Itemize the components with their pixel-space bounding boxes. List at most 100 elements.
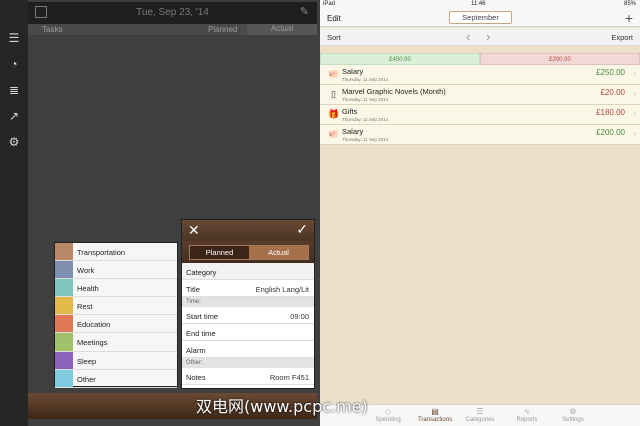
title-label: Title — [186, 285, 200, 294]
title-field[interactable]: Title English Lang/Lit — [182, 280, 314, 297]
category-option-label: Rest — [77, 302, 93, 312]
battery-level: 85% — [623, 1, 636, 7]
category-color-swatch — [55, 279, 73, 297]
transaction-amount: £180.00 — [596, 108, 625, 117]
side-rail: ☰ ◔ ≣ ↗ ⚙ — [0, 0, 28, 426]
alarm-field[interactable]: Alarm — [182, 341, 314, 358]
segment-actual[interactable]: Actual — [249, 246, 308, 259]
start-time-label: Start time — [186, 312, 219, 321]
category-option[interactable]: Rest — [55, 297, 177, 316]
notes-label: Notes — [186, 373, 206, 382]
category-color-swatch — [55, 351, 73, 369]
segment-planned[interactable]: Planned — [190, 246, 249, 259]
transaction-row[interactable]: ▯ Marvel Graphic Novels (Month) Thursday, … — [320, 85, 640, 105]
chevron-left-icon[interactable]: ‹ — [466, 29, 470, 44]
category-option-label: Education — [77, 320, 111, 330]
start-time-field[interactable]: Start time 09:00 — [182, 307, 314, 324]
start-time-value: 09:00 — [290, 312, 309, 321]
chevron-right-icon: › — [633, 89, 636, 98]
trend-icon[interactable]: ↗ — [6, 108, 22, 124]
tab-bar: ◇ Spending ▤ Transactions ☰ Categories ∿ Report… — [320, 404, 640, 426]
category-option[interactable]: Meetings — [55, 333, 177, 352]
spending-app: iPad 11:46 85% Edit September + Sort ‹ ›… — [320, 0, 640, 426]
gift-icon: 🎁 — [328, 109, 340, 119]
transaction-title: Salary — [342, 67, 364, 76]
tasks-header: Tasks — [42, 25, 63, 34]
tab-categories[interactable]: ☰ Categories — [457, 407, 503, 423]
transaction-title: Salary — [342, 127, 364, 136]
transaction-date: Thursday, 11 Sep 2014 — [342, 137, 389, 142]
month-selector[interactable]: September — [449, 11, 512, 24]
category-field[interactable]: Category — [182, 263, 314, 280]
tab-reports[interactable]: ∿ Reports — [504, 407, 550, 423]
export-button[interactable]: Export — [611, 33, 633, 42]
totals-bar: £450.00 £200.00 — [320, 53, 640, 65]
reports-tab-icon: ∿ — [523, 407, 531, 416]
close-icon[interactable]: ✕ — [188, 222, 200, 239]
category-option-label: Health — [77, 284, 99, 294]
category-option-label: Meetings — [77, 338, 108, 348]
category-option-label: Transportation — [77, 248, 126, 257]
transaction-amount: £250.00 — [596, 68, 625, 77]
tab-spending[interactable]: ◇ Spending — [365, 407, 411, 423]
settings-icon[interactable]: ⚙ — [6, 134, 22, 150]
end-time-field[interactable]: End time — [182, 324, 314, 341]
status-bar: iPad 11:46 85% — [320, 0, 640, 9]
date-bar: Tue, Sep 23, '14 ✎ — [28, 2, 317, 24]
chevron-right-icon: › — [633, 109, 636, 118]
category-option[interactable]: Education — [55, 315, 177, 334]
transaction-list: 🐖 Salary Thursday, 11 Sep 2014 £250.00 › ▯ Mar… — [320, 65, 640, 145]
editor-header: ✕ ✓ — [182, 220, 314, 241]
checkmark-icon[interactable]: ✓ — [296, 221, 308, 238]
transaction-row[interactable]: 🐖 Salary Thursday, 11 Sep 2014 £200.00 › — [320, 125, 640, 145]
mode-segment-bar: Planned Actual — [182, 241, 314, 263]
tab-transactions[interactable]: ▤ Transactions — [412, 407, 458, 423]
device-label: iPad — [323, 1, 336, 7]
edit-button[interactable]: Edit — [327, 14, 341, 23]
category-option[interactable]: Sleep — [55, 351, 177, 370]
toolbar: Sort ‹ › Export — [320, 28, 640, 46]
category-option[interactable]: Transportation — [55, 243, 177, 262]
title-value: English Lang/Lit — [255, 285, 309, 294]
planner-app: ☰ ◔ ≣ ↗ ⚙ Tue, Sep 23, '14 ✎ Tasks Plann… — [0, 0, 320, 426]
tab-label: Settings — [562, 417, 584, 423]
column-headers: Tasks Planned Actual — [28, 24, 317, 35]
other-section-header: Other: — [182, 358, 314, 368]
category-color-swatch — [55, 333, 73, 351]
category-picker: Transportation Work Health Rest Education Mee… — [54, 242, 178, 388]
transaction-date: Thursday, 11 Sep 2014 — [342, 117, 389, 122]
transaction-amount: £200.00 — [596, 128, 625, 137]
notes-field[interactable]: Notes Room F451 — [182, 368, 314, 385]
watermark: 双电网(www.pcpc.me) — [196, 397, 368, 416]
piggy-bank-icon: 🐖 — [328, 69, 340, 79]
transaction-row[interactable]: 🎁 Gifts Thursday, 11 Sep 2014 £180.00 › — [320, 105, 640, 125]
time-section-header: Time: — [182, 297, 314, 307]
current-date: Tue, Sep 23, '14 — [136, 7, 209, 18]
menu-icon[interactable]: ☰ — [6, 30, 22, 46]
category-option[interactable]: Other — [55, 369, 177, 388]
task-editor: ✕ ✓ Planned Actual Category Title Englis… — [181, 219, 315, 389]
pie-chart-icon[interactable]: ◔ — [6, 56, 22, 72]
categories-tab-icon: ☰ — [476, 407, 484, 416]
tab-label: Reports — [516, 417, 538, 423]
planned-actual-toggle[interactable]: Planned Actual — [189, 245, 309, 260]
sort-button[interactable]: Sort — [327, 33, 341, 42]
transaction-row[interactable]: 🐖 Salary Thursday, 11 Sep 2014 £250.00 › — [320, 65, 640, 85]
nav-bar: Edit September + — [320, 9, 640, 27]
category-color-swatch — [55, 261, 73, 279]
transaction-title: Gifts — [342, 107, 358, 116]
list-icon[interactable]: ≣ — [6, 82, 22, 98]
category-color-swatch — [55, 315, 73, 333]
edit-pencil-icon[interactable]: ✎ — [300, 5, 309, 18]
income-total: £450.00 — [320, 53, 480, 65]
category-option[interactable]: Work — [55, 261, 177, 280]
tab-label: Categories — [465, 417, 495, 423]
category-label: Category — [186, 268, 217, 277]
tab-settings[interactable]: ⚙ Settings — [550, 407, 596, 423]
category-option[interactable]: Health — [55, 279, 177, 298]
add-transaction-button[interactable]: + — [625, 10, 633, 26]
chevron-right-icon[interactable]: › — [486, 29, 490, 44]
piggy-bank-icon: 🐖 — [328, 129, 340, 139]
category-color-swatch — [55, 243, 73, 261]
ipod-icon: ▯ — [331, 89, 336, 99]
